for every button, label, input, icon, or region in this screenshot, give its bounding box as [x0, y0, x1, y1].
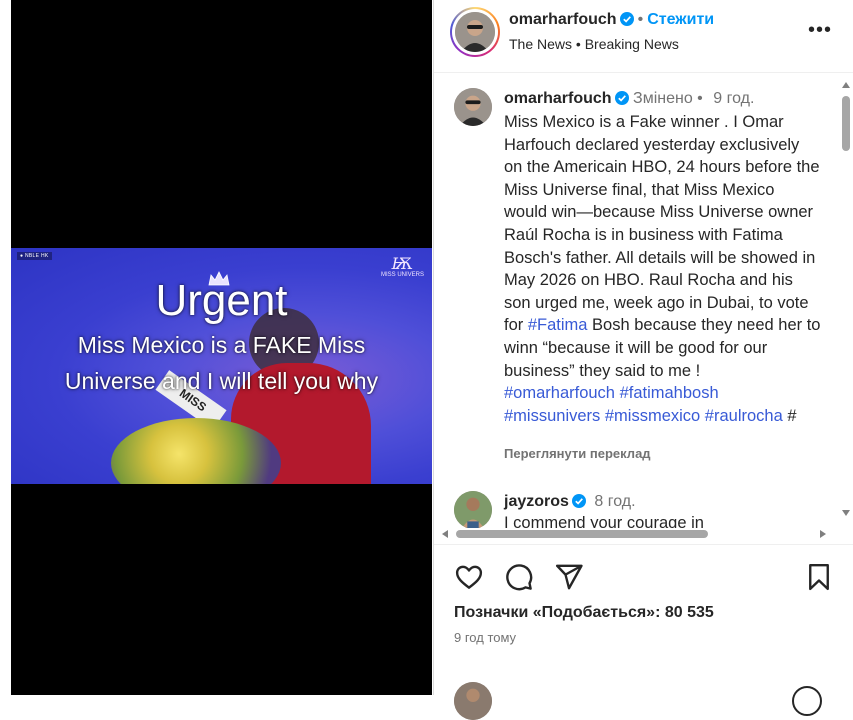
- emoji-icon[interactable]: [792, 686, 822, 716]
- verified-icon: [571, 494, 586, 508]
- avatar[interactable]: [455, 12, 495, 52]
- comment-button[interactable]: [504, 562, 534, 592]
- video-subline-2: Universe and I will tell you why: [64, 368, 379, 394]
- scrollbar-thumb[interactable]: [842, 96, 850, 151]
- story-ring[interactable]: [450, 7, 500, 57]
- avatar-image: [455, 12, 495, 52]
- follow-button[interactable]: Стежити: [647, 11, 714, 28]
- like-button[interactable]: [454, 562, 484, 592]
- verified-icon: [619, 12, 634, 26]
- comments-list[interactable]: omarharfouch Змінено • 9 год. Miss Mexic…: [434, 73, 838, 528]
- video-subline-1: Miss Mexico is a FAKE Miss: [77, 332, 366, 358]
- post-header: omarharfouch • Стежити The News • Breaking…: [434, 0, 853, 73]
- caption-separator: •: [697, 90, 703, 107]
- header-subtitle[interactable]: The News • Breaking News: [509, 36, 679, 52]
- verified-icon: [614, 91, 629, 105]
- see-translation-button[interactable]: Переглянути переклад: [504, 446, 651, 461]
- comment-avatar-image: [454, 491, 492, 528]
- comment-header: jayzoros 8 год.: [504, 493, 636, 511]
- scroll-left-arrow-icon[interactable]: [442, 530, 448, 538]
- story-ring-inner: [452, 9, 498, 55]
- hashtag-link[interactable]: #Fatima: [528, 316, 588, 334]
- header-username[interactable]: omarharfouch: [509, 11, 617, 28]
- share-button[interactable]: [554, 562, 584, 592]
- save-button[interactable]: [804, 562, 834, 592]
- horizontal-scrollbar-thumb[interactable]: [456, 530, 708, 538]
- live-chip: ● NBLE HK: [17, 252, 52, 260]
- left-gutter: [0, 0, 11, 695]
- hashtags-line-1[interactable]: #omarharfouch #fatimahbosh: [504, 384, 719, 402]
- vertical-scrollbar[interactable]: [838, 73, 853, 528]
- post-timestamp[interactable]: 9 год тому: [454, 630, 516, 645]
- caption-username[interactable]: omarharfouch: [504, 90, 612, 107]
- caption-age[interactable]: 9 год.: [713, 90, 754, 107]
- caption-text: Miss Mexico is a Fake winner . I Omar Ha…: [504, 113, 820, 335]
- heart-icon: [455, 565, 483, 589]
- logo-mark: Ѭ: [391, 254, 414, 273]
- send-icon: [555, 564, 583, 590]
- current-user-avatar: [454, 682, 492, 720]
- scroll-right-arrow-icon[interactable]: [820, 530, 826, 538]
- caption-avatar[interactable]: [454, 88, 492, 126]
- bookmark-icon: [809, 563, 829, 591]
- current-user-avatar-image: [454, 682, 492, 720]
- scroll-up-arrow-icon[interactable]: [842, 82, 850, 88]
- caption-body: Miss Mexico is a Fake winner . I Omar Ha…: [504, 111, 822, 427]
- caption-trailing: #: [782, 406, 797, 425]
- divider: [434, 544, 853, 545]
- caption-header: omarharfouch Змінено • 9 год.: [504, 90, 754, 108]
- video-headline: Urgent: [155, 276, 288, 325]
- comment-username[interactable]: jayzoros: [504, 493, 569, 510]
- scroll-down-arrow-icon[interactable]: [842, 510, 850, 516]
- more-options-icon[interactable]: •••: [808, 20, 831, 42]
- video-frame: ● NBLE HK Ѭ MISS UNIVERS MISS Urgent Mis…: [11, 248, 432, 484]
- horizontal-scrollbar[interactable]: [434, 526, 838, 542]
- hashtags-line-2[interactable]: #missunivers #missmexico #raulrocha: [504, 407, 783, 425]
- comment-avatar[interactable]: [454, 491, 492, 528]
- caption-avatar-image: [454, 88, 492, 126]
- comment-bubble-icon: [506, 564, 533, 591]
- comment-age[interactable]: 8 год.: [594, 493, 635, 510]
- likes-count[interactable]: Позначки «Подобається»: 80 535: [454, 604, 714, 622]
- edited-label: Змінено: [633, 90, 693, 107]
- header-separator: •: [637, 11, 644, 28]
- post-panel: omarharfouch • Стежити The News • Breaking…: [433, 0, 853, 720]
- video-player[interactable]: ● NBLE HK Ѭ MISS UNIVERS MISS Urgent Mis…: [11, 0, 432, 695]
- header-username-row: omarharfouch • Стежити: [509, 11, 714, 29]
